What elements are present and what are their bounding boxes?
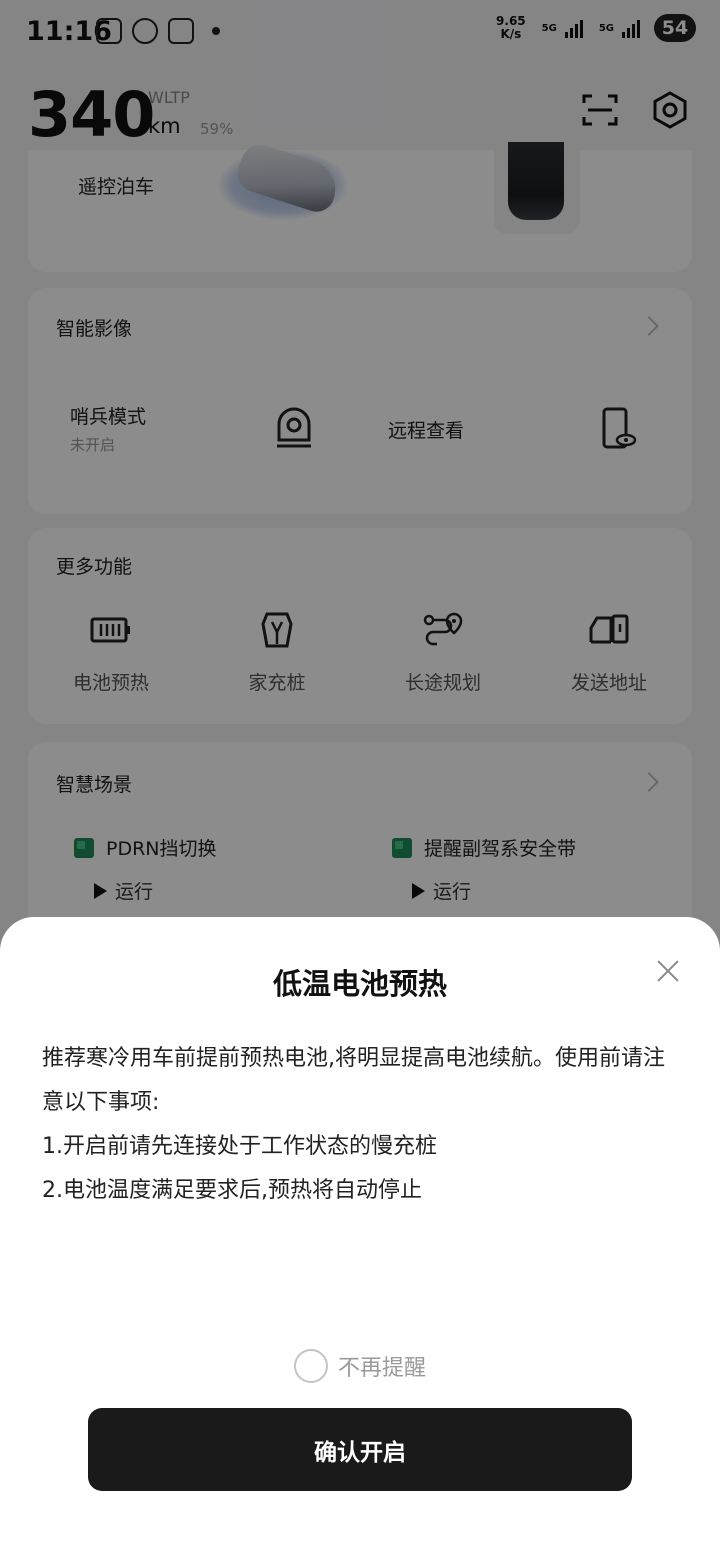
confirm-button[interactable]: 确认开启: [88, 1408, 632, 1491]
dialog-title: 低温电池预热: [272, 967, 447, 1001]
dialog-body: 推荐寒冷用车前提前预热电池,将明显提高电池续航。使用前请注意以下事项: 1.开启…: [42, 1037, 682, 1213]
dialog-note-1: 1.开启前请先连接处于工作状态的慢充桩: [42, 1134, 437, 1159]
dont-remind-label: 不再提醒: [337, 1356, 426, 1381]
close-icon[interactable]: [654, 957, 682, 985]
dont-remind-option[interactable]: 不再提醒: [0, 1349, 720, 1383]
battery-preheat-dialog: 低温电池预热 推荐寒冷用车前提前预热电池,将明显提高电池续航。使用前请注意以下事…: [0, 917, 720, 1544]
dont-remind-checkbox[interactable]: [293, 1349, 328, 1383]
dialog-intro: 推荐寒冷用车前提前预热电池,将明显提高电池续航。使用前请注意以下事项:: [42, 1046, 665, 1115]
dialog-note-2: 2.电池温度满足要求后,预热将自动停止: [42, 1178, 422, 1203]
